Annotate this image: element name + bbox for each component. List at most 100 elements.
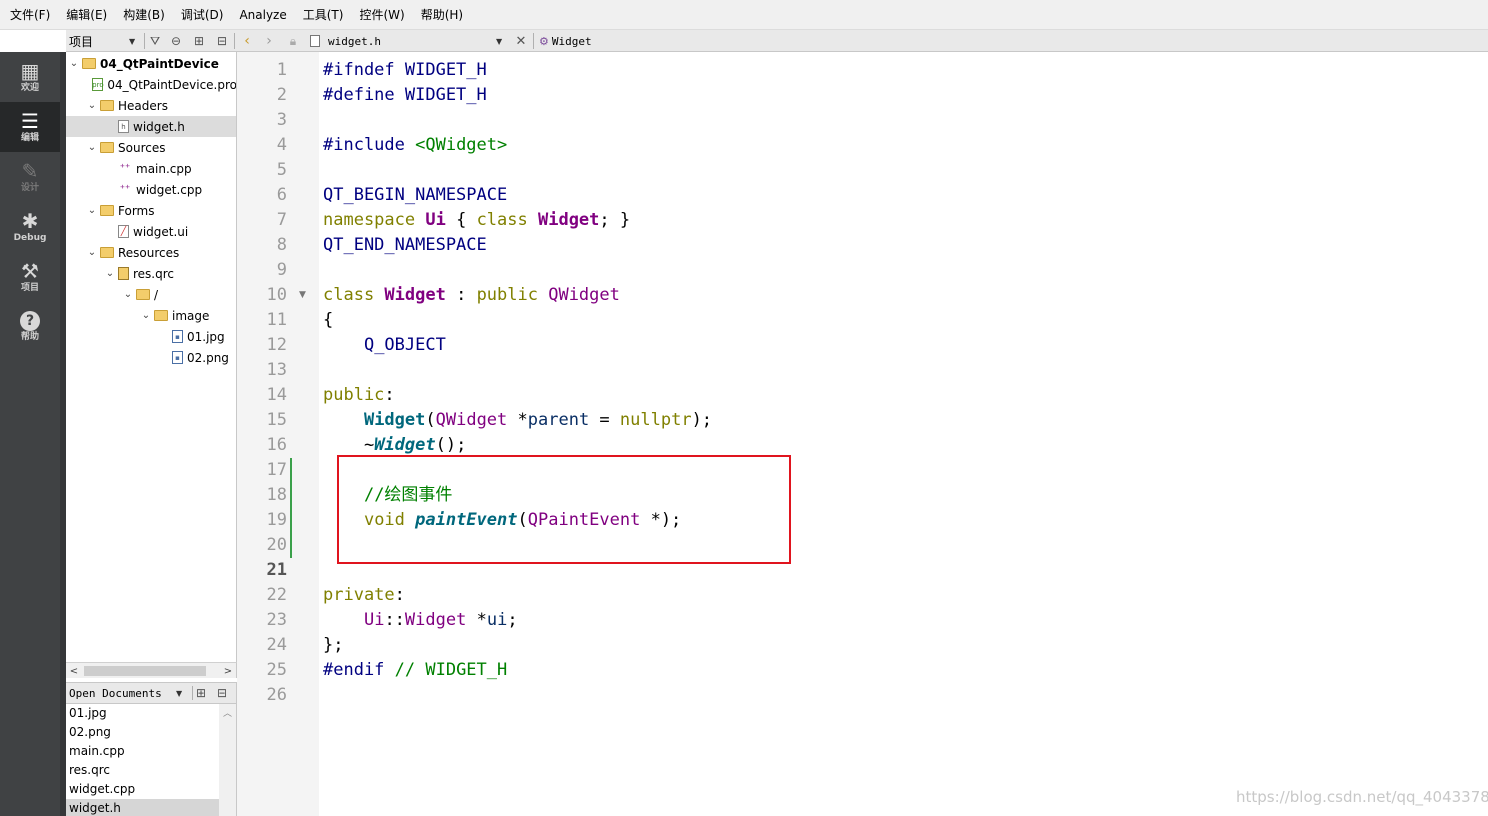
split-icon[interactable]: ⊞ xyxy=(190,30,208,52)
code-line: class Widget : public QWidget xyxy=(323,283,620,308)
tree-item[interactable]: ⌄ Resources xyxy=(66,242,236,263)
mode-help[interactable]: ? 帮助 xyxy=(0,302,60,352)
line-number: 16 xyxy=(266,435,287,455)
open-documents-scrollbar[interactable]: ︿ xyxy=(219,704,236,816)
close-document-icon[interactable]: ✕ xyxy=(512,30,530,52)
close-pane-icon[interactable]: ⊟ xyxy=(217,683,227,703)
code-line: Widget(QWidget *parent = nullptr); xyxy=(323,408,712,433)
scroll-up-icon[interactable]: ︿ xyxy=(219,704,236,720)
code-token: = xyxy=(589,410,620,430)
tree-item[interactable]: ⌄ Sources xyxy=(66,137,236,158)
line-number: 21 xyxy=(266,560,287,580)
code-line: { xyxy=(323,308,333,333)
chevron-down-icon[interactable]: ⌄ xyxy=(104,268,116,279)
filter-icon[interactable]: ⛛ xyxy=(146,30,164,52)
code-token: parent xyxy=(527,410,590,430)
open-document-item[interactable]: main.cpp xyxy=(66,742,219,761)
mode-projects[interactable]: ⚒ 项目 xyxy=(0,252,60,302)
code-token: { xyxy=(323,310,334,330)
tree-item[interactable]: ⌄ Headers xyxy=(66,95,236,116)
open-document-item[interactable]: 02.png xyxy=(66,723,219,742)
menu-item[interactable]: 工具(T) xyxy=(295,0,352,30)
code-token: QWidget xyxy=(548,285,620,305)
scrollbar-thumb[interactable] xyxy=(84,666,206,676)
line-number: 15 xyxy=(266,410,287,430)
line-number: 6 xyxy=(276,185,287,205)
forward-arrow-icon[interactable]: › xyxy=(260,30,278,52)
tree-item-label: Headers xyxy=(118,98,168,113)
tree-item[interactable]: h widget.h xyxy=(66,116,236,137)
document-icon: ☰ xyxy=(21,109,39,133)
mode-debug[interactable]: ✱ Debug xyxy=(0,202,60,252)
menu-item[interactable]: Analyze xyxy=(231,0,294,30)
file-selector[interactable]: widget.h ▼ xyxy=(310,30,510,52)
tree-item[interactable]: ⁺⁺ widget.cpp xyxy=(66,179,236,200)
scroll-right-icon[interactable]: > xyxy=(220,663,236,679)
code-token: public xyxy=(323,385,385,405)
tree-item[interactable]: ⌄ Forms xyxy=(66,200,236,221)
class-icon: ⚙ xyxy=(539,34,549,48)
tree-item[interactable]: ▪ 01.jpg xyxy=(66,326,236,347)
pane-selector[interactable]: 项目 ▼ xyxy=(69,30,141,52)
code-editor[interactable]: #ifndef WIDGET_H #define WIDGET_H #include… xyxy=(319,52,1488,816)
mode-design[interactable]: ✎ 设计 xyxy=(0,152,60,202)
line-number: 18 xyxy=(266,485,287,505)
mode-label: 编辑 xyxy=(20,133,39,143)
code-token: Ui xyxy=(425,210,446,230)
code-line: Ui::Widget *ui; xyxy=(323,608,518,633)
tree-item-label: res.qrc xyxy=(133,266,175,281)
code-token: :: xyxy=(384,610,405,630)
line-number: 8 xyxy=(276,235,287,255)
tree-item[interactable]: ⌄ 04_QtPaintDevice xyxy=(66,53,236,74)
chevron-down-icon[interactable]: ⌄ xyxy=(140,310,152,321)
link-icon[interactable]: ⊖ xyxy=(167,30,185,52)
close-pane-icon[interactable]: ⊟ xyxy=(213,30,231,52)
line-number: 1 xyxy=(276,60,287,80)
tree-item[interactable]: ⌄ / xyxy=(66,284,236,305)
scroll-left-icon[interactable]: < xyxy=(66,663,82,679)
mode-edit[interactable]: ☰ 编辑 xyxy=(0,102,60,152)
code-token: ~ xyxy=(323,435,375,455)
tree-item[interactable]: ⌄ res.qrc xyxy=(66,263,236,284)
menu-item[interactable]: 文件(F) xyxy=(2,0,58,30)
code-line: QT_END_NAMESPACE xyxy=(323,233,487,258)
tree-item[interactable]: ╱ widget.ui xyxy=(66,221,236,242)
lock-icon[interactable]: 🔒︎ xyxy=(284,30,302,52)
line-number: 7 xyxy=(276,210,287,230)
chevron-down-icon: ▼ xyxy=(496,36,503,46)
chevron-down-icon[interactable]: ▼ xyxy=(176,683,182,703)
chevron-down-icon[interactable]: ⌄ xyxy=(86,100,98,111)
open-document-item[interactable]: widget.h xyxy=(66,799,219,816)
chevron-down-icon[interactable]: ⌄ xyxy=(122,289,134,300)
open-document-item[interactable]: 01.jpg xyxy=(66,704,219,723)
chevron-down-icon[interactable]: ⌄ xyxy=(86,205,98,216)
menu-item[interactable]: 调试(D) xyxy=(173,0,232,30)
split-icon[interactable]: ⊞ xyxy=(196,683,206,703)
menu-item[interactable]: 帮助(H) xyxy=(413,0,471,30)
tree-item[interactable]: pro 04_QtPaintDevice.pro xyxy=(66,74,236,95)
menu-item[interactable]: 控件(W) xyxy=(351,0,412,30)
pencil-icon: ✎ xyxy=(21,159,39,183)
symbol-selector[interactable]: ⚙ Widget xyxy=(539,30,659,52)
tree-horizontal-scrollbar[interactable]: < > xyxy=(66,662,237,678)
mode-welcome[interactable]: ▦ 欢迎 xyxy=(0,52,60,102)
pane-selector-label: 项目 xyxy=(69,34,94,49)
tree-item-label: 02.png xyxy=(187,350,229,365)
tree-item[interactable]: ⌄ image xyxy=(66,305,236,326)
menu-item[interactable]: 编辑(E) xyxy=(58,0,115,30)
chevron-down-icon[interactable]: ⌄ xyxy=(86,142,98,153)
chevron-down-icon[interactable]: ⌄ xyxy=(86,247,98,258)
menu-item[interactable]: 构建(B) xyxy=(115,0,173,30)
code-line: public: xyxy=(323,383,395,408)
tree-item[interactable]: ▪ 02.png xyxy=(66,347,236,368)
back-arrow-icon[interactable]: ‹ xyxy=(238,30,256,52)
tree-item-label: Resources xyxy=(118,245,180,260)
folder-icon xyxy=(154,310,168,321)
tree-item-label: 01.jpg xyxy=(187,329,225,344)
tree-item[interactable]: ⁺⁺ main.cpp xyxy=(66,158,236,179)
fold-arrow-icon[interactable]: ▼ xyxy=(299,290,306,300)
chevron-down-icon[interactable]: ⌄ xyxy=(68,58,80,69)
open-document-item[interactable]: widget.cpp xyxy=(66,780,219,799)
open-document-item[interactable]: res.qrc xyxy=(66,761,219,780)
